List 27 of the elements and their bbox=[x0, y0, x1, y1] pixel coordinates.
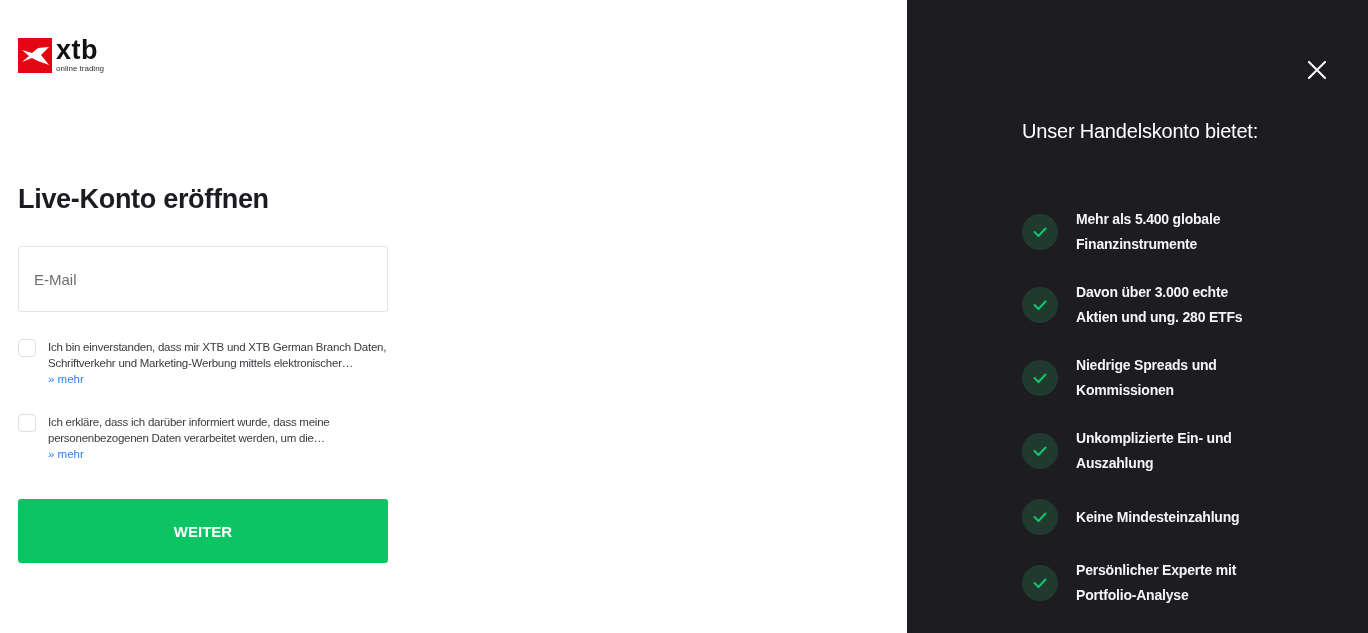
benefit-text: Davon über 3.000 echte Aktien und ung. 280 ETFs bbox=[1076, 283, 1244, 327]
consent-text: Ich erkläre, dass ich darüber informiert wurde, dass meine personenbezogenen Daten verarbeitet werden, um die… bbox=[48, 415, 331, 446]
benefit-text: Keine Mindesteinzahlung bbox=[1076, 507, 1241, 527]
more-link[interactable]: » mehr bbox=[48, 446, 84, 462]
check-icon bbox=[1022, 433, 1058, 469]
close-button[interactable] bbox=[1307, 60, 1327, 80]
panel-title: Unser Handelskonto bietet: bbox=[1022, 119, 1260, 144]
benefit-text: Niedrige Spreads und Kommissionen bbox=[1076, 356, 1218, 400]
consent-checkbox[interactable] bbox=[18, 339, 36, 357]
continue-button[interactable]: WEITER bbox=[18, 499, 388, 563]
check-icon bbox=[1022, 360, 1058, 396]
check-icon bbox=[1022, 287, 1058, 323]
logo-wordmark: xtb bbox=[56, 38, 99, 62]
close-icon bbox=[1308, 61, 1326, 79]
more-link[interactable]: » mehr bbox=[48, 371, 84, 387]
consent-checkbox[interactable] bbox=[18, 414, 36, 432]
email-field[interactable]: E-Mail bbox=[18, 246, 388, 312]
consent-text: Ich bin einverstanden, dass mir XTB und XTB German Branch Daten, Schriftverkehr und Marketing-Werbung mittels elektronischer… bbox=[48, 340, 388, 371]
check-icon bbox=[1022, 565, 1058, 601]
logo-icon bbox=[18, 38, 52, 73]
check-icon bbox=[1022, 499, 1058, 535]
benefit-text: Unkomplizierte Ein- und Auszahlung bbox=[1076, 429, 1233, 473]
benefit-text: Mehr als 5.400 globale Finanzinstrumente bbox=[1076, 210, 1222, 254]
logo-tagline: online trading bbox=[56, 64, 105, 74]
benefit-text: Persönlicher Experte mit Portfolio-Analyse bbox=[1076, 561, 1238, 605]
form-title: Live-Konto eröffnen bbox=[18, 183, 270, 216]
check-icon bbox=[1022, 214, 1058, 250]
